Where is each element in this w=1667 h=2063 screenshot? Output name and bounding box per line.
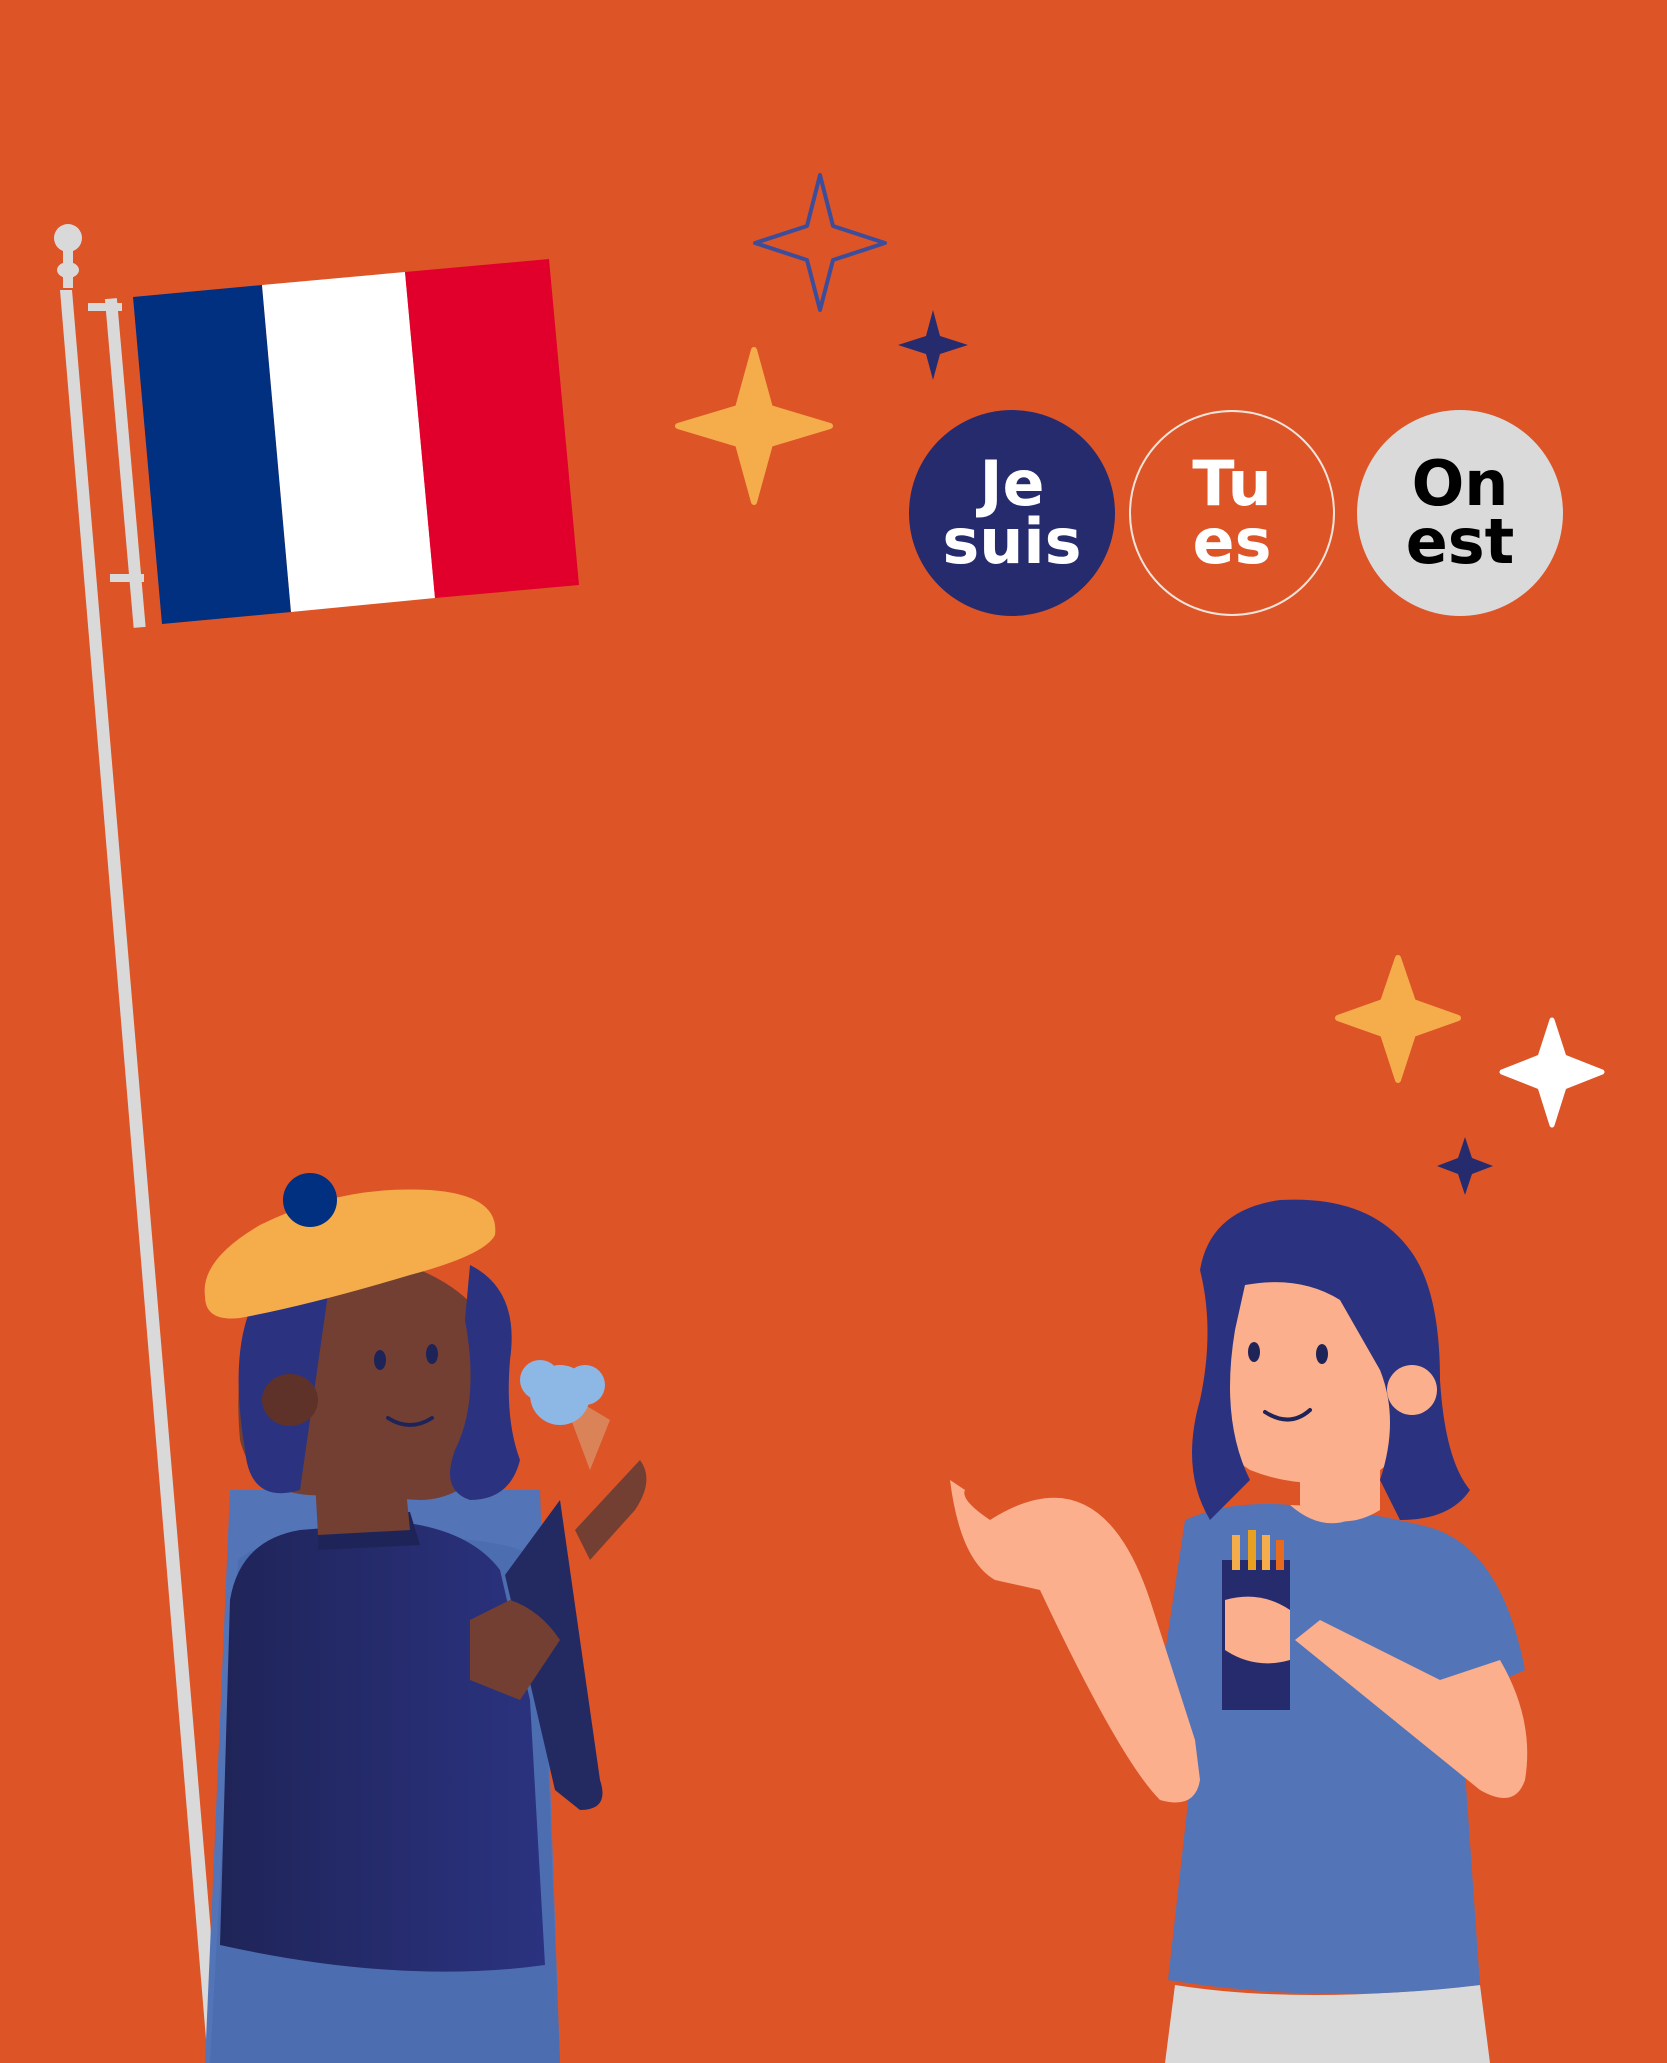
bubble-line-2: est [1405, 505, 1515, 578]
illustration-scene [0, 0, 1667, 2063]
french-flag-icon [133, 259, 579, 624]
bubble-line-2: suis [942, 505, 1082, 578]
pronoun-bubble-je-suis: Je suis [909, 410, 1115, 616]
bubble-line-2: es [1192, 505, 1272, 578]
pronoun-bubble-tu-es: Tu es [1129, 410, 1335, 616]
pronoun-bubble-on-est: On est [1357, 410, 1563, 616]
